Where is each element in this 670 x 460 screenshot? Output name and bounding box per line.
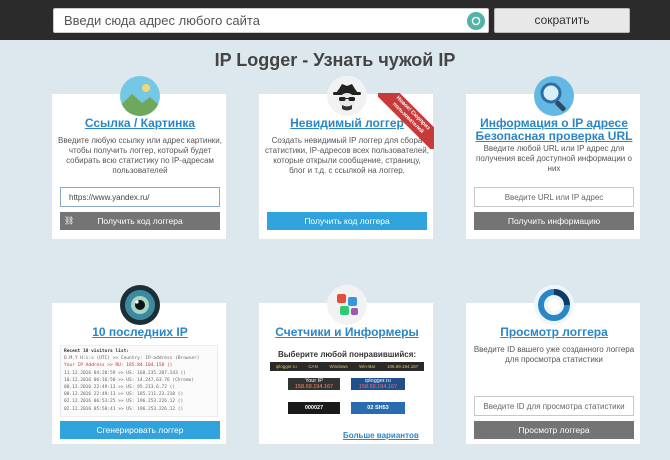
card-title-line2: Безопасная проверка URL (475, 129, 633, 143)
card-link-image: Ссылка / Картинка Введите любую ссылку и… (51, 76, 228, 240)
strip-item: 106.69.194.167 (386, 364, 419, 369)
informer-iplogger[interactable]: iplogger.ru 158.69.194.167 (351, 378, 405, 390)
informer-counter[interactable]: 000027 (288, 402, 340, 414)
visitor-row: 08.12.2016 22:49:13 >> US: 185.211.23.21… (64, 392, 184, 398)
card-description: Введите любую ссылку или адрес картинки,… (58, 136, 222, 175)
magnifier-icon (534, 76, 574, 116)
get-logger-code-button[interactable]: ⛓ Получить код логгера (60, 212, 220, 230)
blocks-icon (327, 285, 367, 325)
visitors-columns: D.M.Y H:i:s (UTC) >> Country: IP-address… (64, 356, 200, 362)
shorten-button[interactable]: сократить (494, 8, 630, 33)
visitors-header: Recent 10 visitors list: (64, 349, 130, 354)
url-or-ip-input[interactable] (474, 187, 634, 207)
card-title[interactable]: 10 последних IP (52, 326, 228, 339)
visitors-own-ip: Your IP Address >> RU: 185.84.104.158 () (64, 363, 173, 369)
card-title[interactable]: Счетчики и Информеры (259, 326, 435, 339)
visitor-row: 08.12.2016 22:49:13 >> US: 95.213.6.72 (… (64, 385, 176, 391)
visitor-row: 02.12.2016 06:53:25 >> US: 196.253.226.1… (64, 399, 184, 405)
visitor-row: 11.12.2016 04:20:59 >> US: 168.235.207.1… (64, 370, 186, 376)
card-title[interactable]: Ссылка / Картинка (52, 117, 228, 130)
logger-id-input[interactable] (474, 396, 634, 416)
visitor-row: 02.12.2016 05:58:41 >> US: 196.253.226.1… (64, 406, 184, 412)
get-information-button[interactable]: Получить информацию (474, 212, 634, 230)
card-ip-info: Информация о IP адресе Безопасная провер… (465, 76, 642, 240)
visitors-log: Recent 10 visitors list: D.M.Y H:i:s (UT… (60, 345, 218, 417)
informer-your-ip[interactable]: Your IP 158.69.194.167 (288, 378, 340, 390)
more-variants-link[interactable]: Больше вариантов (343, 431, 419, 440)
card-invisible-logger: Новое! Сюрприз пользователей Невидимый л… (258, 76, 435, 240)
refresh-icon[interactable] (467, 12, 485, 30)
informer-strip[interactable]: iplogger.ru CAN Windows Win-Bar 106.69.1… (270, 362, 424, 371)
top-bar: сократить (0, 0, 670, 40)
card-last-10-ip: 10 последних IP Recent 10 visitors list:… (51, 285, 228, 445)
visitor-row: 10.12.2016 06:16:50 >> US: 14.247.63.76 … (64, 377, 195, 383)
card-counters-informers: Счетчики и Информеры Выберите любой понр… (258, 285, 435, 445)
informer-counter-blue[interactable]: 02 SH53 (351, 402, 405, 414)
eye-icon (120, 285, 160, 325)
informers-subtitle: Выберите любой понравившийся: (277, 350, 417, 359)
card-description: Введите ID вашего уже созданного логгера… (473, 345, 635, 364)
card-description: Создать невидимый IP логгер для сбора ст… (265, 136, 429, 175)
informer-line2: 158.69.194.167 (358, 384, 398, 390)
card-title[interactable]: Просмотр логгера (466, 326, 642, 339)
url-input[interactable] (53, 8, 489, 33)
link-input[interactable] (60, 187, 220, 207)
spy-icon (327, 76, 367, 116)
strip-item: Windows (329, 364, 348, 369)
informer-line2: 158.69.194.167 (294, 384, 334, 390)
card-view-logger: Просмотр логгера Введите ID вашего уже с… (465, 285, 642, 445)
landscape-icon (120, 76, 160, 116)
strip-item: Win-Bar (359, 364, 376, 369)
generate-logger-button[interactable]: Сгенерировать логгер (60, 421, 220, 439)
strip-item: CAN (308, 364, 318, 369)
button-label: Получить код логгера (97, 216, 183, 226)
card-description: Введите любой URL или IP адрес для получ… (476, 144, 632, 173)
card-title[interactable]: Информация о IP адресе Безопасная провер… (466, 117, 642, 143)
strip-item: iplogger.ru (275, 364, 297, 369)
page-title: IP Logger - Узнать чужой IP (214, 50, 456, 70)
view-logger-button[interactable]: Просмотр логгера (474, 421, 634, 439)
card-title-line1: Информация о IP адресе (480, 116, 628, 130)
link-icon: ⛓ (64, 216, 75, 225)
chart-ring-icon (534, 285, 574, 325)
get-logger-code-button[interactable]: Получить код логгера (267, 212, 427, 230)
card-title[interactable]: Невидимый логгер (259, 117, 435, 130)
